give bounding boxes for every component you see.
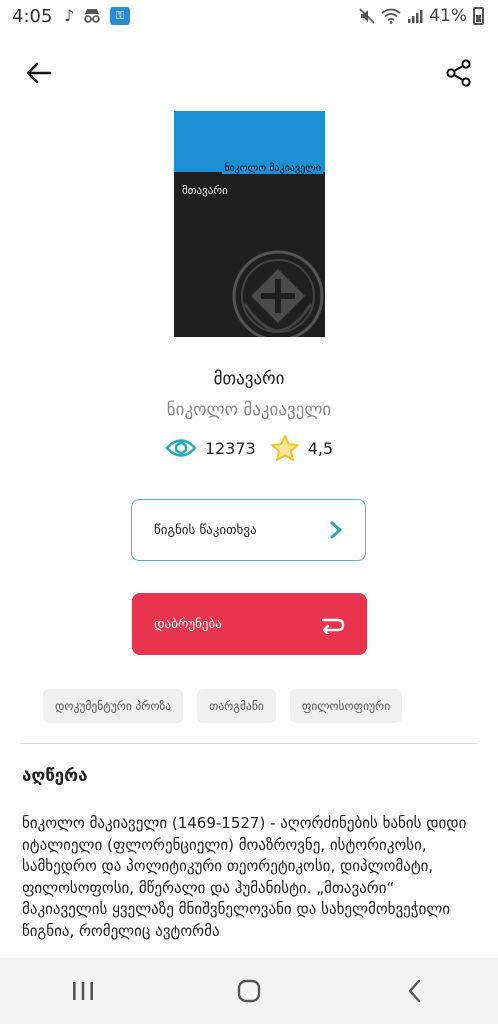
cover-title: მთავარი [182,184,228,197]
tag-translation[interactable]: თარგმანი [197,689,276,723]
signal-icon [408,10,423,23]
description-text: ნიკოლო მაკიაველი (1469-1527) - აღორძინებ… [22,814,467,940]
tag-documentary-prose[interactable]: დოკუმენტური პროზა [43,689,184,723]
rating-stat: 4,5 [270,434,333,462]
genre-tags: დოკუმენტური პროზა თარგმანი ფილოსოფიური [43,689,403,723]
book-author[interactable]: ნიკოლო მაკიაველი [0,400,498,420]
star-icon [270,435,299,461]
status-bar: 4:05 ♪ ⚿ 41% [0,0,498,34]
chevron-left-icon [408,979,421,1003]
mute-icon [359,8,375,24]
tag-philosophical[interactable]: ფილოსოფიური [289,689,403,723]
back-button[interactable] [22,56,56,90]
share-button[interactable] [442,56,476,90]
book-title: მთავარი [213,369,285,389]
return-label: დაბრუნება [154,616,222,632]
recent-apps-button[interactable] [58,966,108,1016]
eye-icon [165,439,197,457]
book-stats: 12373 4,5 [0,434,498,462]
battery-icon [473,7,484,25]
incognito-icon [84,8,101,23]
rating-value: 4,5 [307,438,334,458]
views-count: 12373 [204,438,256,458]
chevron-right-icon [330,521,342,539]
book-cover: ნიკოლო მაკიაველი მთავარი [174,111,325,337]
vpn-key-icon: ⚿ [110,6,131,25]
battery-percent: 41% [429,6,467,26]
arrow-left-icon [26,62,52,84]
description-heading: აღწერა [22,766,88,786]
status-system-icons: 41% [359,6,484,26]
status-notification-icons: ♪ ⚿ [64,6,131,25]
system-back-button[interactable] [390,966,440,1016]
music-note-icon: ♪ [64,6,75,25]
return-button[interactable]: დაბრუნება [132,593,367,655]
home-button[interactable] [224,966,274,1016]
views-stat: 12373 [165,437,256,459]
publisher-seal-icon [232,250,324,337]
read-book-label: წიგნის წაკითხვა [154,522,257,538]
divider [20,743,477,744]
return-arrow-icon [321,618,345,634]
share-icon [446,59,471,87]
system-navigation-bar [0,958,498,1024]
recents-icon [73,982,93,1000]
read-book-button[interactable]: წიგნის წაკითხვა [131,499,366,561]
wifi-icon [381,8,401,24]
cover-author: ნიკოლო მაკიაველი [222,163,323,174]
status-time: 4:05 [12,6,53,27]
home-icon [237,979,261,1003]
